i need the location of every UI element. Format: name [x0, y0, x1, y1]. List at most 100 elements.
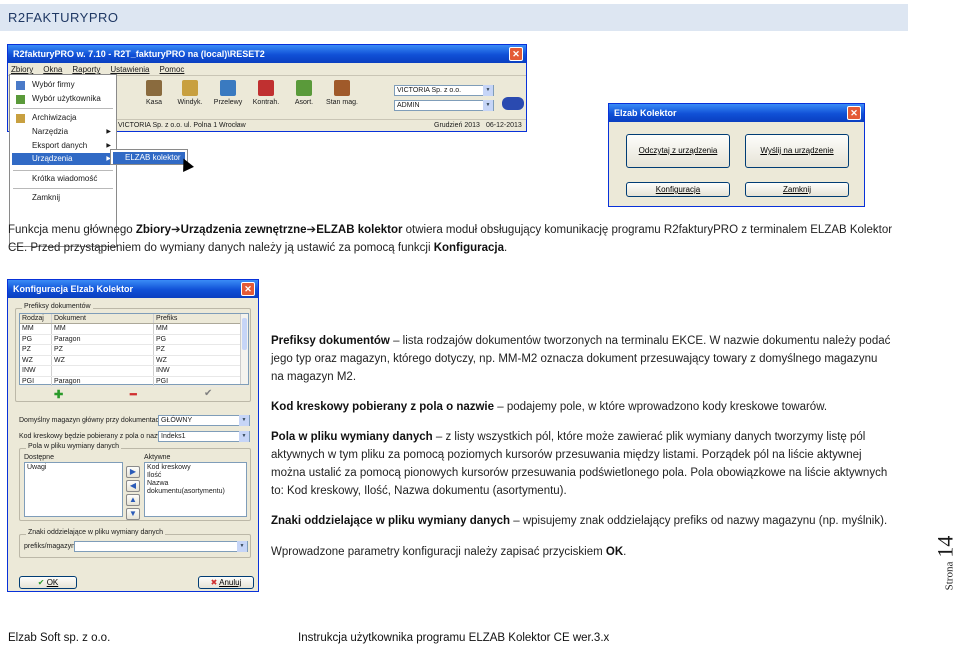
default-store-combo[interactable]: GŁÓWNY — [158, 415, 250, 426]
app-statusbar: VICTORIA Sp. z o.o. ul. Polna 1 Wrocław … — [116, 119, 526, 131]
prefixes-table: Rodzaj Dokument Prefiks MM MM MM PG Paragon… — [19, 313, 249, 387]
fields-group-label: Pola w pliku wymiany danych — [26, 443, 122, 450]
user-icon — [16, 95, 25, 104]
menu-item-wybor-uzytkownika[interactable]: Wybór użytkownika — [12, 93, 114, 105]
desc-barcode: Kod kreskowy pobierany z pola o nazwie –… — [271, 401, 828, 413]
elzab-kolektor-dialog: Elzab Kolektor ✕ Odczytaj z urządzenia W… — [608, 103, 865, 207]
status-company: VICTORIA Sp. z o.o. ul. Polna 1 Wrocław — [118, 122, 246, 129]
separator-group-label: Znaki oddzielające w pliku wymiany danyc… — [26, 529, 166, 536]
elzab-logo — [502, 97, 524, 110]
list-item[interactable]: Nazwa dokumentu(asortymentu) — [147, 480, 244, 496]
active-label: Aktywne — [144, 454, 171, 461]
cancel-icon: ✖ — [210, 578, 220, 587]
available-fields-list[interactable]: Uwagi — [24, 462, 123, 517]
table-row[interactable]: MM MM MM — [20, 324, 248, 335]
table-row[interactable]: INW INW — [20, 366, 248, 377]
table-row[interactable]: PG Paragon PG — [20, 334, 248, 345]
desc-fields: Pola w pliku wymiany danych – z listy ws… — [271, 431, 888, 497]
config-dialog: Konfiguracja Elzab Kolektor ✕ Prefiksy d… — [7, 279, 259, 592]
menu-separator — [13, 108, 113, 109]
debt-icon — [182, 80, 198, 96]
contractor-icon — [258, 80, 274, 96]
table-row[interactable]: WZ WZ WZ — [20, 355, 248, 366]
move-up-button[interactable]: ▲ — [126, 494, 140, 506]
user-combo[interactable]: ADMIN — [394, 100, 494, 111]
assortment-icon — [296, 80, 312, 96]
tool-kontrah[interactable]: Kontrah. — [250, 80, 282, 106]
submenu-arrow-icon: ▶ — [106, 129, 111, 135]
status-date: 06-12-2013 — [486, 122, 522, 129]
elzab-title: Elzab Kolektor — [614, 108, 677, 118]
close-button[interactable]: Zamknij — [745, 182, 849, 197]
active-fields-list[interactable]: Kod kreskowy Ilość Nazwa dokumentu(asort… — [144, 462, 247, 517]
move-down-button[interactable]: ▼ — [126, 508, 140, 520]
menu-item-narzedzia[interactable]: Narzędzia ▶ — [12, 126, 114, 138]
menu-item-zamknij[interactable]: Zamknij — [12, 192, 114, 204]
menu-pomoc[interactable]: Pomoc — [160, 63, 185, 75]
cancel-button[interactable]: ✖ Anuluj — [198, 576, 254, 589]
status-month: Grudzień 2013 — [434, 122, 480, 129]
intro-paragraph: Funkcja menu głównego Zbiory➔Urządzenia … — [8, 224, 893, 254]
footer-company: Elzab Soft sp. z o.o. — [8, 632, 111, 644]
transfer-icon — [220, 80, 236, 96]
move-left-button[interactable]: ◀ — [126, 480, 140, 492]
list-item[interactable]: Ilość — [147, 472, 244, 480]
configuration-button[interactable]: Konfiguracja — [626, 182, 730, 197]
barcode-field-label: Kod kreskowy będzie pobierany z pola o n… — [19, 433, 169, 440]
add-row-icon[interactable]: ✚ — [54, 388, 63, 401]
arrow-right-icon: ➔ — [171, 224, 181, 236]
close-icon[interactable]: ✕ — [241, 282, 255, 296]
tool-windyk[interactable]: Windyk. — [174, 80, 206, 106]
tool-asort[interactable]: Asort. — [288, 80, 320, 106]
app-title-bar: R2fakturyPRO w. 7.10 - R2T_fakturyPRO na… — [8, 45, 526, 63]
footer-manual-title: Instrukcja użytkownika programu ELZAB Ko… — [298, 632, 610, 644]
move-right-button[interactable]: ▶ — [126, 466, 140, 478]
confirm-row-icon[interactable]: ✔ — [204, 388, 212, 399]
archive-icon — [16, 114, 25, 123]
ok-button[interactable]: ✔ OK — [19, 576, 77, 589]
menu-separator — [13, 170, 113, 171]
table-row[interactable]: PGI Paragon PGI — [20, 376, 248, 387]
warehouse-icon — [334, 80, 350, 96]
col-dokument[interactable]: Dokument — [52, 314, 154, 323]
table-row[interactable]: PZ PZ PZ — [20, 345, 248, 356]
delete-row-icon[interactable]: ━ — [130, 388, 137, 401]
default-store-label: Domyślny magazyn główny przy dokumentach… — [19, 417, 177, 424]
col-prefiks[interactable]: Prefiks — [154, 314, 240, 323]
page-header-title: R2FAKTURYPRO — [8, 10, 119, 25]
separator-prefix-label: prefiks/magazyn — [24, 543, 75, 550]
tool-stan-mag[interactable]: Stan mag. — [326, 80, 358, 106]
tool-kasa[interactable]: Kasa — [138, 80, 170, 106]
menu-item-urzadzenia[interactable]: Urządzenia zewnętrzne▶ — [12, 153, 114, 175]
app-title: R2fakturyPRO w. 7.10 - R2T_fakturyPRO na… — [13, 49, 265, 59]
tool-przelewy[interactable]: Przelewy — [212, 80, 244, 106]
desc-prefixes: Prefiksy dokumentów – lista rodzajów dok… — [271, 335, 891, 383]
cash-register-icon — [146, 80, 162, 96]
company-combo[interactable]: VICTORIA Sp. z o.o. — [394, 85, 494, 96]
elzab-title-bar: Elzab Kolektor ✕ — [609, 104, 864, 122]
separator-combo[interactable] — [74, 541, 248, 552]
available-label: Dostępne — [24, 454, 54, 461]
menu-item-wybor-firmy[interactable]: Wybór firmy — [12, 79, 114, 91]
submenu-elzab-kolektor[interactable]: ELZAB kolektor — [113, 152, 185, 164]
close-icon[interactable]: ✕ — [847, 106, 861, 120]
menu-item-krotka-wiadomosc[interactable]: Krótka wiadomość — [12, 173, 114, 185]
send-to-device-button[interactable]: Wyślij na urządzenie — [745, 134, 849, 168]
prefixes-group-label: Prefiksy dokumentów — [22, 303, 93, 310]
table-scrollbar[interactable] — [240, 314, 248, 384]
page-number: Strona14 — [932, 535, 958, 591]
table-header: Rodzaj Dokument Prefiks — [20, 314, 248, 324]
close-icon[interactable]: ✕ — [509, 47, 523, 61]
menu-item-archiwizacja[interactable]: Archiwizacja — [12, 112, 114, 124]
list-item[interactable]: Uwagi — [27, 464, 120, 472]
header-band — [0, 4, 908, 31]
list-item[interactable]: Kod kreskowy — [147, 464, 244, 472]
menu-item-eksport[interactable]: Eksport danych ▶ — [12, 140, 114, 152]
urzadzenia-submenu: ELZAB kolektor — [110, 149, 188, 165]
barcode-field-combo[interactable]: Indeks1 — [158, 431, 250, 442]
col-rodzaj[interactable]: Rodzaj — [20, 314, 52, 323]
desc-save: Wprowadzone parametry konfiguracji należ… — [271, 546, 627, 558]
read-from-device-button[interactable]: Odczytaj z urządzenia — [626, 134, 730, 168]
arrow-right-icon: ➔ — [306, 224, 317, 236]
check-icon: ✔ — [37, 578, 47, 587]
